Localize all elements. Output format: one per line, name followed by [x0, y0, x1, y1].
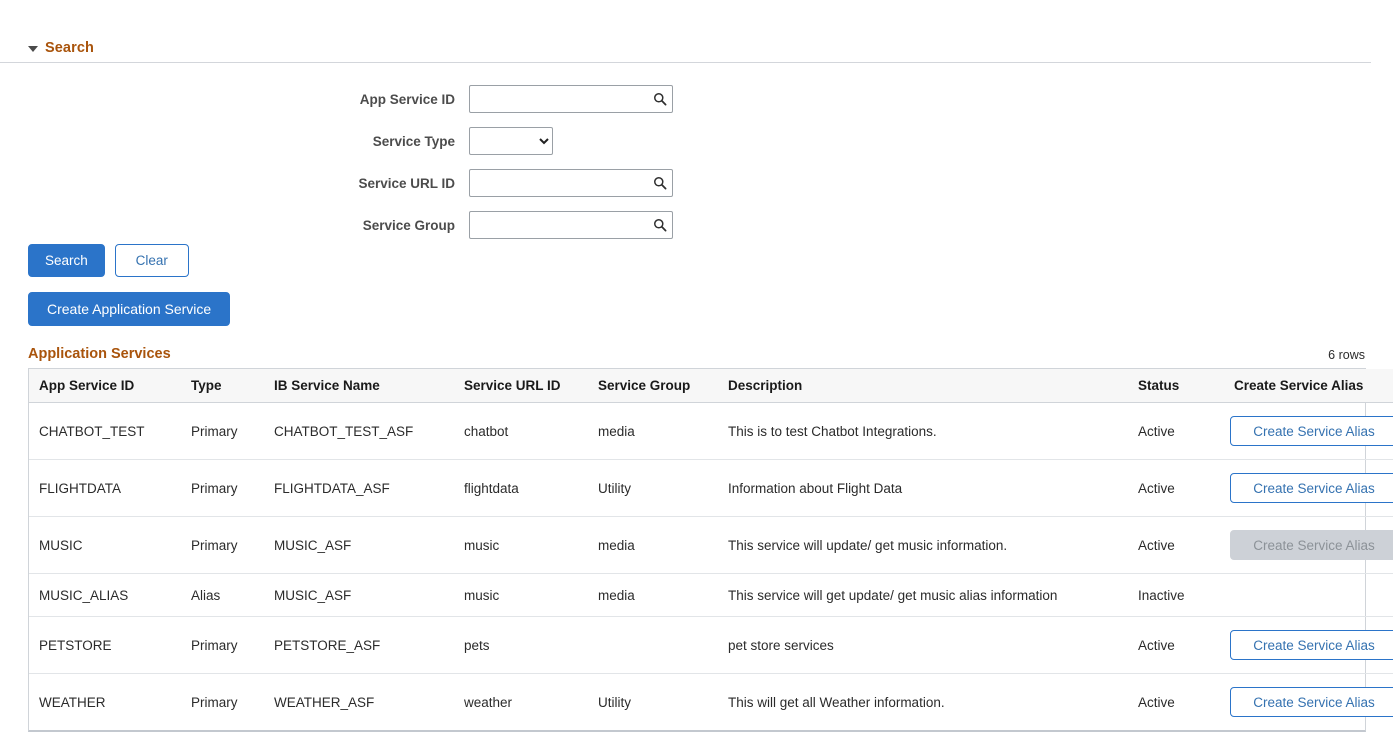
app-service-id-input-wrap: [469, 85, 673, 113]
cell-service-group: Utility: [598, 694, 631, 710]
cell-service-url-id: pets: [454, 616, 588, 674]
cell-service-url-id: music: [454, 573, 588, 617]
search-section-header[interactable]: Search: [0, 40, 1371, 63]
cell-ib-service-name: WEATHER_ASF: [274, 694, 375, 710]
table-row[interactable]: CHATBOT_TEST Primary CHATBOT_TEST_ASF chatb…: [29, 402, 1393, 460]
cell-create-service-alias: Create Service Alias: [1224, 402, 1393, 460]
column-header-ib-service-name[interactable]: IB Service Name: [264, 369, 454, 403]
cell-service-url-id: weather: [464, 694, 513, 710]
service-group-label: Service Group: [362, 217, 455, 233]
grid-title: Application Services: [28, 346, 171, 362]
search-section-title: Search: [45, 40, 94, 56]
form-row-service-type: Service Type: [0, 120, 1393, 162]
cell-type: Primary: [191, 694, 238, 710]
column-header-app-service-id[interactable]: App Service ID: [29, 369, 181, 403]
form-row-service-group: Service Group: [0, 204, 1393, 246]
cell-ib-service-name: MUSIC_ASF: [264, 516, 454, 574]
row-count-label: 6 rows: [1328, 348, 1365, 362]
cell-service-group: Utility: [588, 459, 718, 517]
table-row[interactable]: FLIGHTDATA Primary FLIGHTDATA_ASF flightdat…: [29, 459, 1393, 517]
cell-create-service-alias: Create Service Alias: [1224, 616, 1393, 674]
search-actions: Search Clear: [28, 244, 189, 277]
cell-app-service-id: FLIGHTDATA: [29, 459, 181, 517]
cell-status: Active: [1128, 516, 1224, 574]
cell-ib-service-name: CHATBOT_TEST_ASF: [264, 402, 454, 460]
cell-service-url-id: music: [454, 516, 588, 574]
cell-create-service-alias: Create Service Alias: [1224, 674, 1393, 731]
cell-description: This is to test Chatbot Integrations.: [718, 402, 1128, 460]
table-row[interactable]: MUSIC_ALIAS Alias MUSIC_ASF music media This …: [29, 573, 1393, 617]
cell-ib-service-name: PETSTORE_ASF: [264, 616, 454, 674]
search-button[interactable]: Search: [28, 244, 105, 277]
cell-description: pet store services: [718, 616, 1128, 674]
grid-header-row: App Service ID Type IB Service Name Serv…: [29, 369, 1393, 403]
grid-body: CHATBOT_TEST Primary CHATBOT_TEST_ASF chatb…: [29, 402, 1393, 731]
column-header-type[interactable]: Type: [181, 369, 264, 403]
service-url-id-input[interactable]: [469, 169, 673, 197]
cell-type: Primary: [181, 459, 264, 517]
cell-description: This service will update/ get music info…: [718, 516, 1128, 574]
cell-service-url-id: flightdata: [454, 459, 588, 517]
caret-down-icon[interactable]: [28, 46, 38, 52]
cell-description: This service will get update/ get music …: [718, 573, 1128, 617]
cell-description: This will get all Weather information.: [728, 694, 945, 710]
table-row[interactable]: PETSTORE Primary PETSTORE_ASF pets pet store…: [29, 616, 1393, 674]
service-type-select-wrap: [469, 127, 553, 155]
search-form: App Service ID Service Type Service URL …: [0, 78, 1393, 246]
cell-type: Alias: [181, 573, 264, 617]
create-service-alias-button[interactable]: Create Service Alias: [1230, 416, 1393, 446]
cell-description: Information about Flight Data: [718, 459, 1128, 517]
service-group-input[interactable]: [469, 211, 673, 239]
column-header-service-url-id[interactable]: Service URL ID: [454, 369, 588, 403]
service-url-id-input-wrap: [469, 169, 673, 197]
service-group-input-wrap: [469, 211, 673, 239]
service-type-label: Service Type: [372, 133, 455, 149]
cell-ib-service-name: MUSIC_ASF: [264, 573, 454, 617]
column-header-service-group[interactable]: Service Group: [588, 369, 718, 403]
cell-app-service-id: MUSIC: [29, 516, 181, 574]
table-row[interactable]: WEATHER Primary WEATHER_ASF weather Utility T…: [29, 674, 1393, 731]
column-header-description[interactable]: Description: [718, 369, 1128, 403]
app-service-id-label: App Service ID: [359, 91, 455, 107]
application-services-grid: App Service ID Type IB Service Name Serv…: [28, 368, 1393, 732]
cell-create-service-alias: Create Service Alias: [1224, 459, 1393, 517]
cell-create-service-alias: [1224, 573, 1393, 617]
cell-status: Active: [1128, 616, 1224, 674]
cell-type: Primary: [181, 516, 264, 574]
clear-button[interactable]: Clear: [114, 244, 189, 277]
cell-status: Active: [1138, 694, 1175, 710]
column-header-status[interactable]: Status: [1128, 369, 1224, 403]
grid-title-row: Application Services 6 rows: [0, 346, 1393, 362]
cell-service-group: media: [588, 516, 718, 574]
form-row-service-url-id: Service URL ID: [0, 162, 1393, 204]
create-application-service-button[interactable]: Create Application Service: [28, 292, 231, 326]
cell-type: Primary: [181, 402, 264, 460]
cell-service-url-id: chatbot: [454, 402, 588, 460]
table-row[interactable]: MUSIC Primary MUSIC_ASF music media This serv…: [29, 516, 1393, 574]
cell-ib-service-name: FLIGHTDATA_ASF: [264, 459, 454, 517]
create-service-alias-button[interactable]: Create Service Alias: [1230, 473, 1393, 503]
cell-service-group: media: [588, 573, 718, 617]
column-header-create-service-alias[interactable]: Create Service Alias: [1224, 369, 1393, 403]
create-service-alias-button[interactable]: Create Service Alias: [1230, 687, 1393, 717]
form-row-app-service-id: App Service ID: [0, 78, 1393, 120]
cell-status: Inactive: [1128, 573, 1224, 617]
create-service-alias-button: Create Service Alias: [1230, 530, 1393, 560]
cell-app-service-id: CHATBOT_TEST: [29, 402, 181, 460]
create-service-alias-button[interactable]: Create Service Alias: [1230, 630, 1393, 660]
cell-status: Active: [1128, 459, 1224, 517]
cell-status: Active: [1128, 402, 1224, 460]
cell-service-group: media: [588, 402, 718, 460]
service-type-select[interactable]: [469, 127, 553, 155]
service-url-id-label: Service URL ID: [358, 175, 455, 191]
cell-app-service-id: PETSTORE: [29, 616, 181, 674]
cell-app-service-id: WEATHER: [39, 694, 106, 710]
cell-app-service-id: MUSIC_ALIAS: [29, 573, 181, 617]
cell-service-group: [588, 616, 718, 674]
cell-create-service-alias: Create Service Alias: [1224, 516, 1393, 574]
cell-type: Primary: [181, 616, 264, 674]
app-service-id-input[interactable]: [469, 85, 673, 113]
search-section: Search: [0, 40, 1393, 63]
